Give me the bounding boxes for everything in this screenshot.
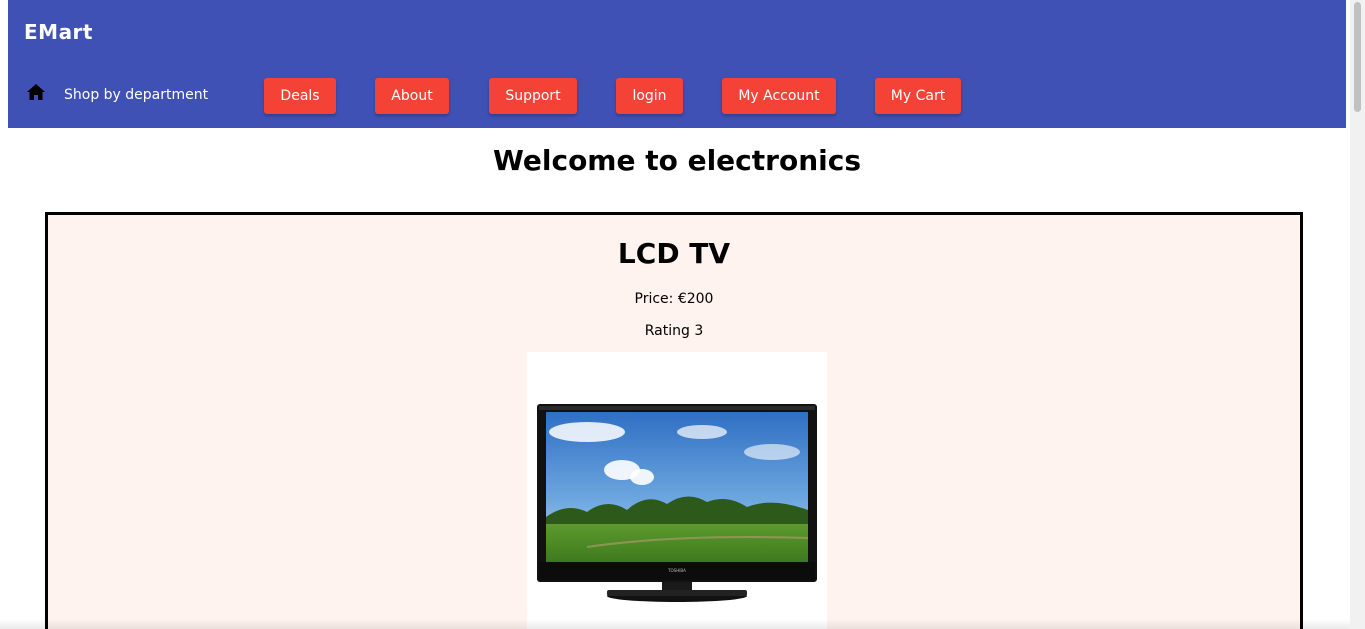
about-button[interactable]: About [375, 78, 449, 114]
shop-by-department-link[interactable]: Shop by department [64, 87, 208, 103]
page-scrollbar[interactable] [1350, 0, 1365, 629]
product-rating: Rating 3 [644, 323, 704, 339]
tv-brand-text: TOSHIBA [667, 568, 686, 573]
deals-button[interactable]: Deals [264, 78, 336, 114]
product-image[interactable]: TOSHIBA [527, 352, 827, 629]
login-button[interactable]: login [616, 78, 683, 114]
my-cart-button[interactable]: My Cart [875, 78, 961, 114]
page-title: Welcome to electronics [493, 144, 861, 177]
bottom-shade [0, 619, 1350, 629]
my-account-button[interactable]: My Account [722, 78, 836, 114]
header-bar: EMart Shop by department Deals About Sup… [8, 0, 1346, 128]
product-card[interactable]: LCD TV Price: €200 Rating 3 TOSHIBA [45, 212, 1303, 629]
product-name: LCD TV [617, 237, 731, 270]
product-price: Price: €200 [634, 291, 714, 307]
scrollbar-thumb[interactable] [1354, 2, 1361, 112]
page: EMart Shop by department Deals About Sup… [0, 0, 1365, 629]
support-button[interactable]: Support [489, 78, 577, 114]
brand-logo[interactable]: EMart [24, 20, 93, 44]
home-icon[interactable] [26, 83, 46, 101]
